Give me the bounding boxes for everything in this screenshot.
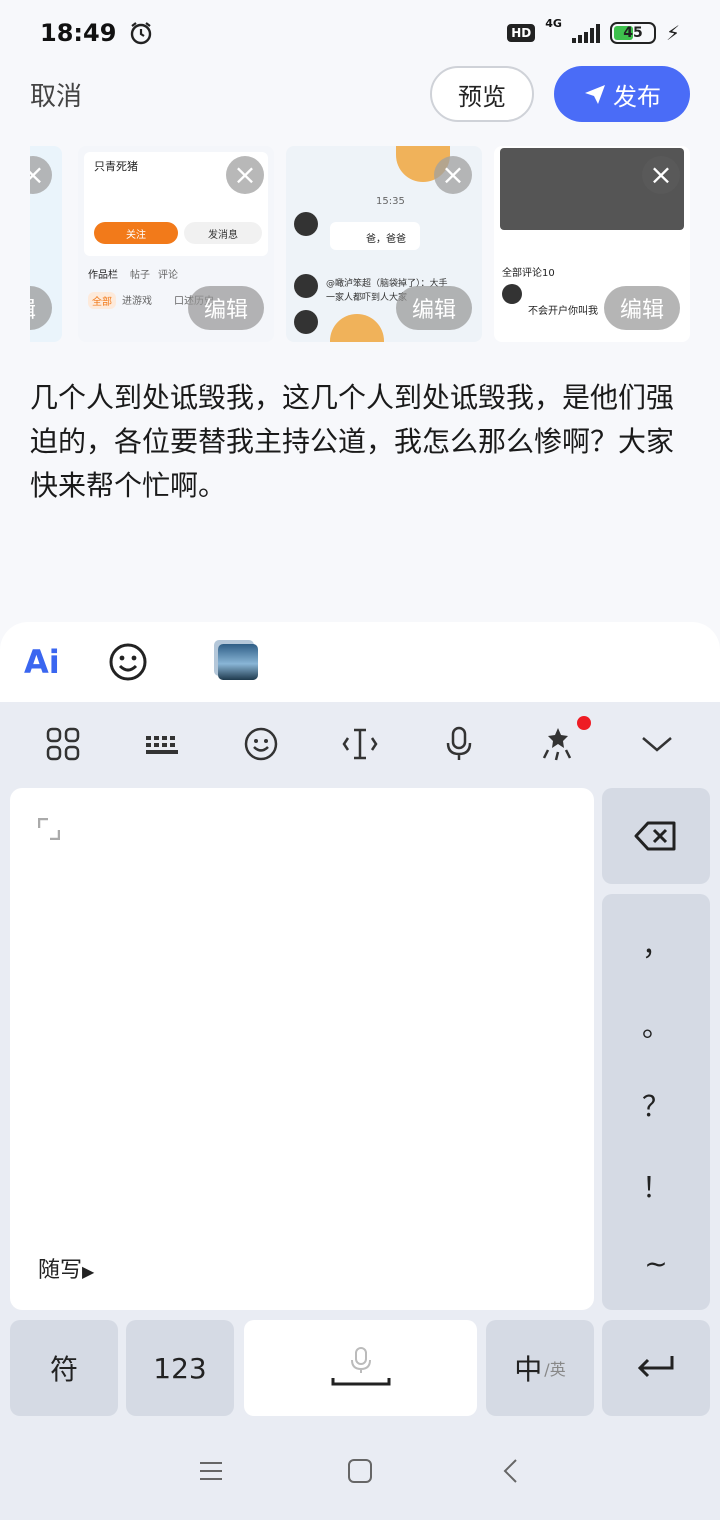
backspace-icon — [634, 821, 676, 851]
punct-period-key[interactable]: 。 — [642, 1005, 670, 1045]
backspace-key[interactable] — [602, 788, 710, 884]
punct-exclaim-key[interactable]: ！ — [642, 1166, 670, 1206]
image-thumbnails: × 编辑 只青死猪 关注 发消息 作品栏 帖子 评论 全部 进游戏 口述历史 ×… — [30, 146, 690, 346]
alarm-icon — [131, 22, 152, 45]
punct-question-key[interactable]: ？ — [642, 1085, 670, 1125]
magic-stars-icon[interactable] — [538, 724, 578, 764]
apps-grid-icon[interactable] — [43, 724, 83, 764]
send-arrow-icon — [585, 85, 605, 104]
lang-sub: /英 — [544, 1360, 566, 1379]
thumb-follow: 关注 — [94, 222, 178, 244]
punctuation-column: ， 。 ？ ！ ~ — [602, 894, 710, 1310]
preview-button[interactable]: 预览 — [430, 66, 534, 122]
keyboard: 随写▶ ， 。 ？ ！ ~ 符 123 中/英 — [0, 702, 720, 1426]
menu-icon[interactable] — [198, 1458, 224, 1484]
thumbnail-3[interactable]: 15:35 爸，爸爸 @瞰泸笨超（脑袋掉了）：大手 一家人都吓到人大家 × 编辑 — [286, 146, 482, 342]
close-icon[interactable]: × — [226, 156, 264, 194]
keyboard-toolbar — [0, 702, 720, 786]
thumb-text: 评论 — [158, 270, 178, 281]
enter-key[interactable] — [602, 1320, 710, 1416]
edit-button[interactable]: 编辑 — [604, 286, 680, 330]
avatar — [294, 310, 318, 334]
number-key[interactable]: 123 — [126, 1320, 234, 1416]
post-body-text[interactable]: 几个人到处诋毁我，这几个人到处诋毁我，是他们强迫的，各位要替我主持公道，我怎么那… — [30, 376, 690, 508]
keyboard-icon[interactable] — [142, 724, 182, 764]
edit-button[interactable]: 编辑 — [188, 286, 264, 330]
thumb-message: 发消息 — [184, 222, 262, 244]
avatar — [294, 212, 318, 236]
home-icon[interactable] — [347, 1458, 373, 1484]
thumb-text: 进游戏 — [122, 296, 152, 307]
back-icon[interactable] — [498, 1458, 524, 1484]
sticker-image — [330, 314, 384, 342]
battery-level: 45 — [623, 25, 643, 41]
status-bar: 18:49 HD 4G 45 ⚡ — [0, 0, 720, 66]
thumb-text: 15:35 — [376, 196, 405, 207]
thumb-text: 只青死猪 — [94, 160, 138, 173]
language-switch-key[interactable]: 中/英 — [486, 1320, 594, 1416]
battery-icon: 45 — [609, 22, 656, 44]
thumbnail-4[interactable]: 全部评论10 不会开户你叫我 × 编辑 — [494, 146, 690, 342]
image-icon[interactable] — [218, 644, 258, 680]
hd-badge: HD — [507, 24, 536, 42]
close-icon[interactable]: × — [642, 156, 680, 194]
thumbnail-2[interactable]: 只青死猪 关注 发消息 作品栏 帖子 评论 全部 进游戏 口述历史 × 编辑 — [78, 146, 274, 342]
publish-button[interactable]: 发布 — [554, 66, 690, 122]
triangle-right-icon: ▶ — [82, 1262, 95, 1281]
thumb-text: 不会开户你叫我 — [528, 306, 598, 317]
thumbnail-1[interactable]: × 编辑 — [30, 146, 62, 342]
ai-icon[interactable]: Ai — [24, 643, 60, 681]
avatar — [294, 274, 318, 298]
lang-main: 中 — [514, 1353, 543, 1386]
thumb-text: 帖子 — [130, 270, 150, 281]
emoji-icon[interactable] — [108, 642, 148, 682]
publish-label: 发布 — [613, 82, 661, 111]
microphone-icon[interactable] — [439, 724, 479, 764]
thumb-text: 全部评论10 — [502, 268, 555, 279]
expand-corner-icon[interactable] — [38, 818, 60, 840]
status-time: 18:49 — [40, 19, 117, 47]
notification-dot — [577, 716, 591, 730]
punct-tilde-key[interactable]: ~ — [644, 1247, 667, 1280]
thumb-text: 全部 — [88, 292, 116, 309]
handwriting-mode-toggle[interactable]: 随写▶ — [38, 1252, 94, 1284]
edit-button[interactable]: 编辑 — [30, 286, 52, 330]
editor-header: 取消 预览 发布 — [0, 66, 720, 122]
symbol-key[interactable]: 符 — [10, 1320, 118, 1416]
avatar — [502, 284, 522, 304]
input-toolbar: Ai — [0, 622, 720, 702]
cursor-icon[interactable] — [340, 724, 380, 764]
network-label: 4G — [545, 16, 562, 30]
space-mic-icon — [331, 1347, 390, 1386]
emoji-icon[interactable] — [241, 724, 281, 764]
thumb-text: 作品栏 — [88, 270, 118, 281]
handwriting-area[interactable]: 随写▶ — [10, 788, 594, 1310]
cancel-button[interactable]: 取消 — [30, 76, 82, 113]
thumb-text: 爸，爸爸 — [366, 234, 406, 245]
space-key[interactable] — [244, 1320, 477, 1416]
handwriting-label: 随写 — [38, 1258, 83, 1283]
punct-comma-key[interactable]: ， — [642, 924, 670, 964]
signal-icon — [571, 23, 600, 43]
thumb-text: 一家人都吓到人大家 — [326, 293, 408, 303]
system-navbar — [0, 1426, 720, 1520]
close-icon[interactable]: × — [434, 156, 472, 194]
enter-icon — [637, 1356, 674, 1378]
close-icon[interactable]: × — [30, 156, 52, 194]
collapse-chevron-icon[interactable] — [637, 724, 677, 764]
charging-bolt-icon: ⚡ — [665, 21, 680, 45]
edit-button[interactable]: 编辑 — [396, 286, 472, 330]
